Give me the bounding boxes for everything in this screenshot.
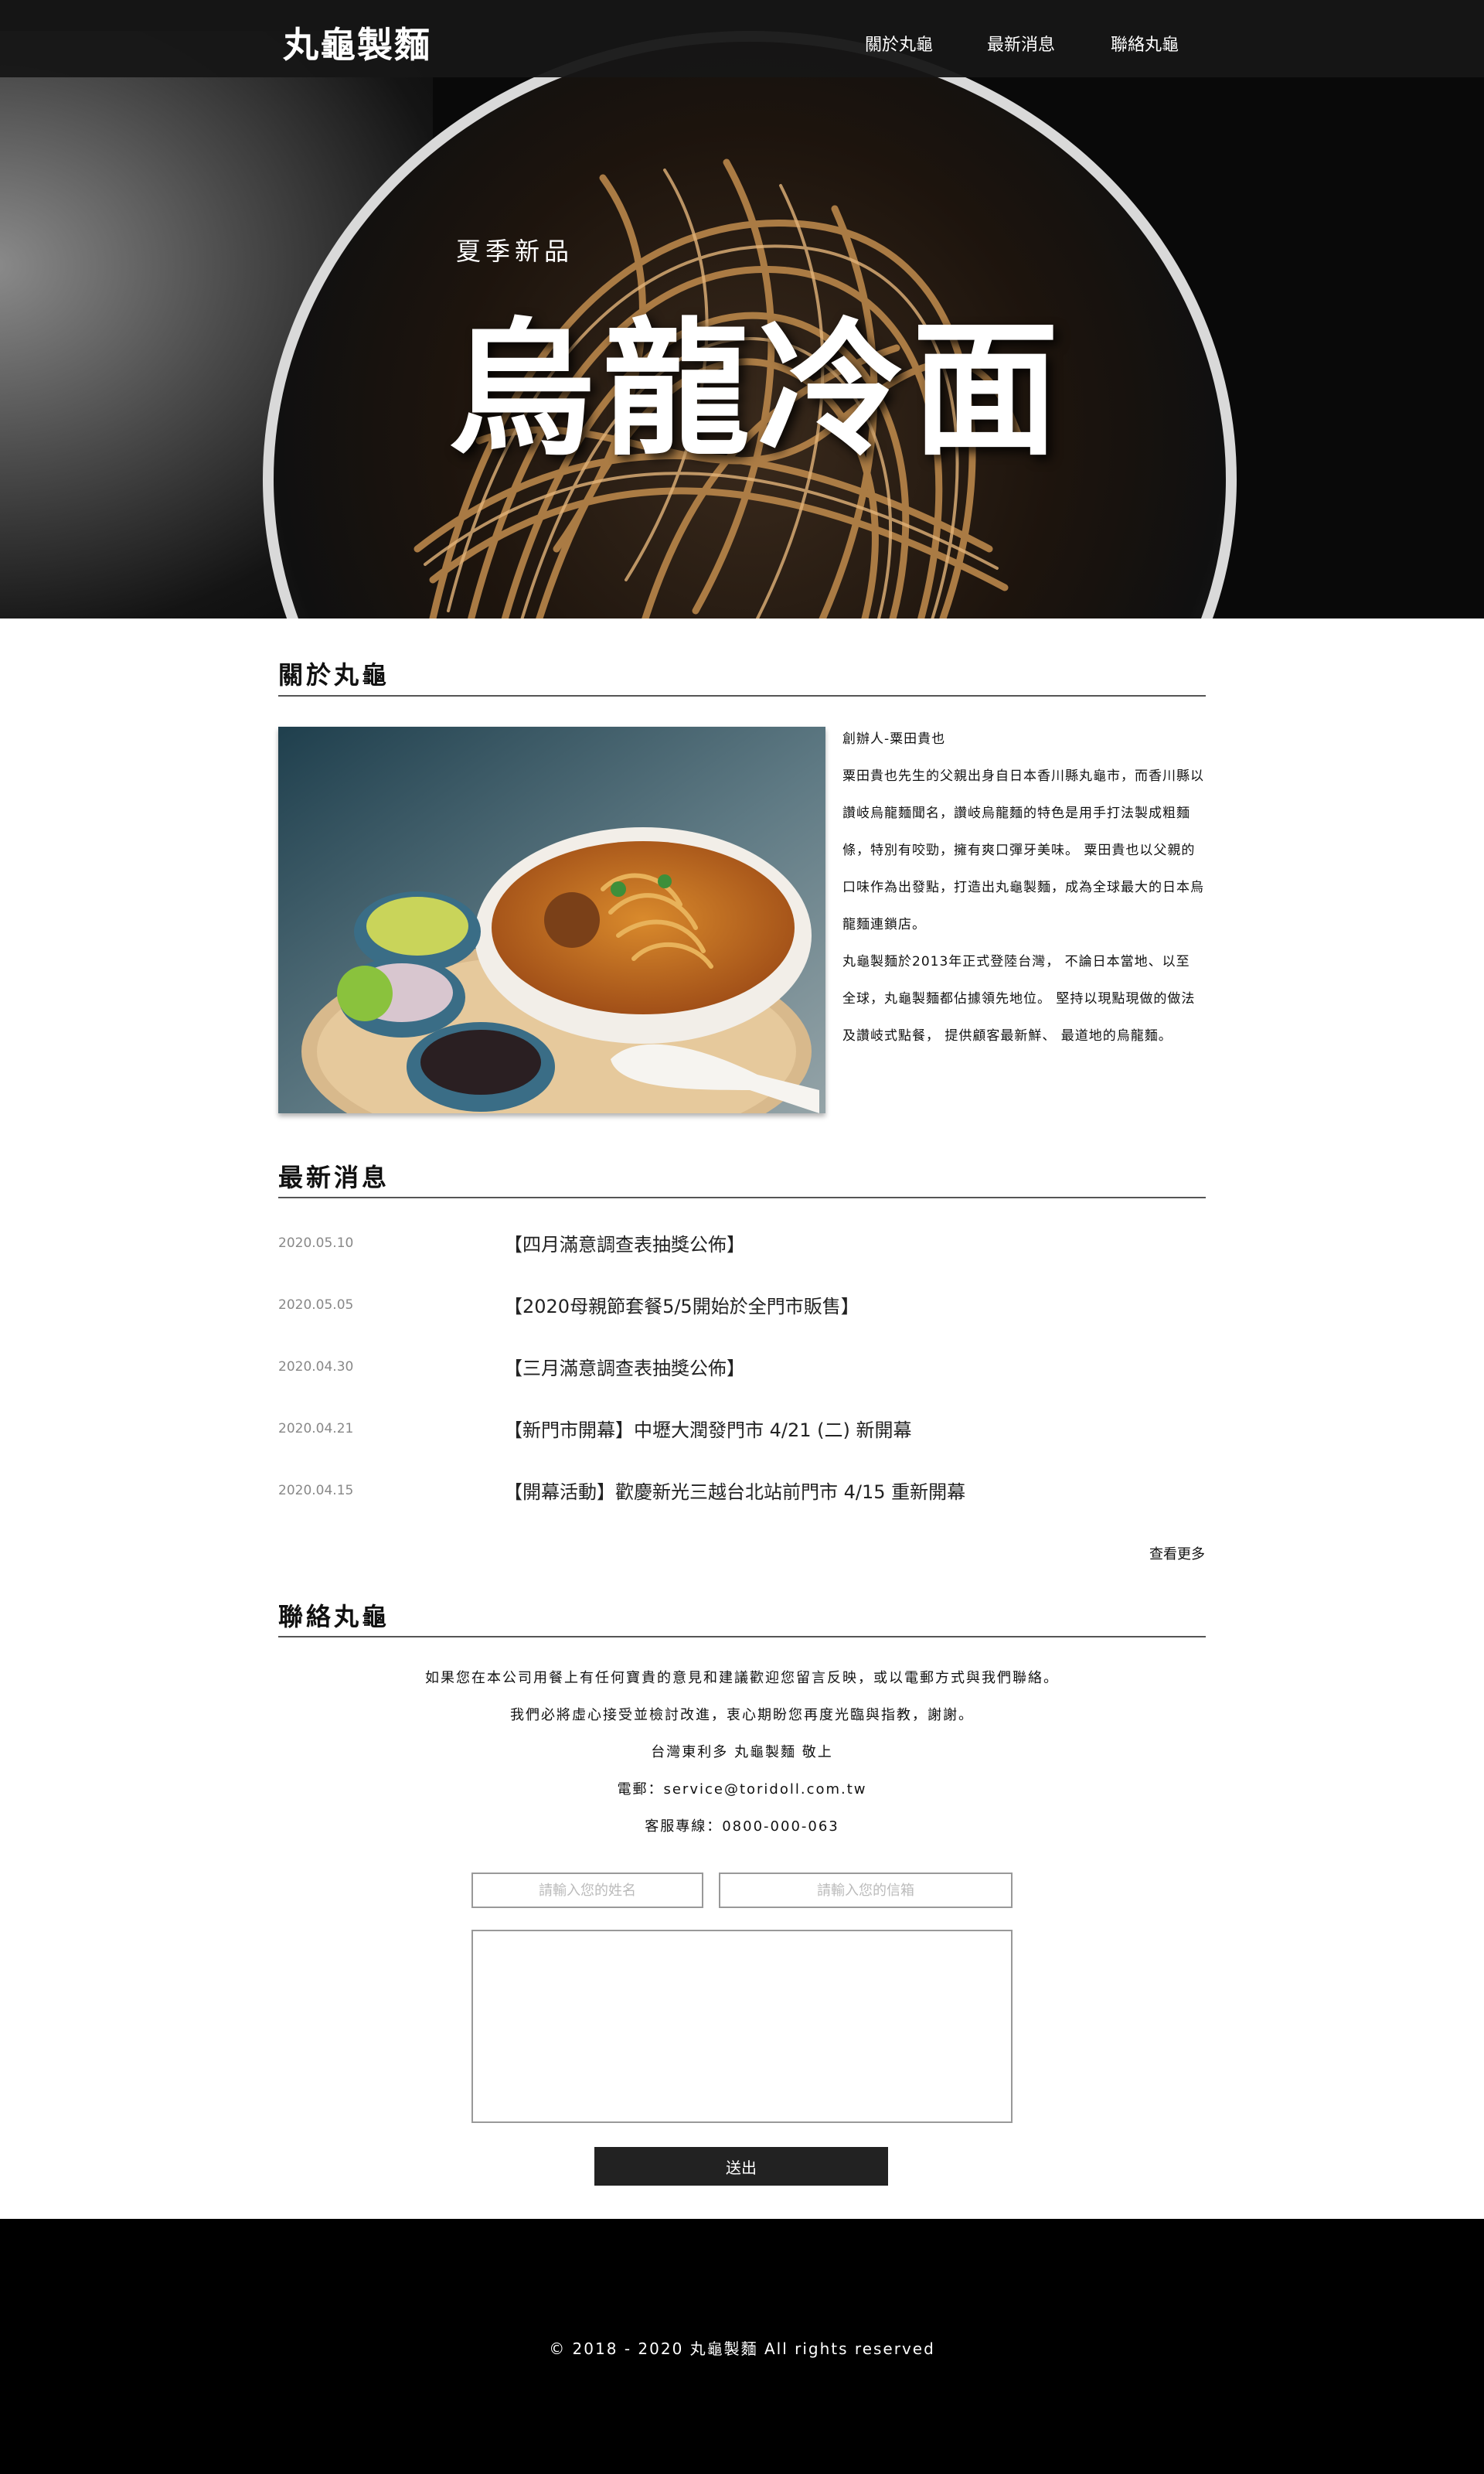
about-divider xyxy=(278,695,1206,697)
top-navigation: 丸龜製麵 關於丸龜 最新消息 聯絡丸龜 xyxy=(0,0,1484,77)
news-item[interactable]: 2020.04.15 【開幕活動】歡慶新光三越台北站前門市 4/15 重新開幕 xyxy=(278,1475,1206,1506)
about-food-photo xyxy=(278,727,825,1113)
copyright-text: © 2018 - 2020 丸龜製麵 All rights reserved xyxy=(549,2339,935,2358)
founder-line: 創辦人-粟田貴也 xyxy=(842,731,946,747)
message-textarea[interactable] xyxy=(471,1930,1013,2123)
news-title[interactable]: 【四月滿意調查表抽獎公佈】 xyxy=(504,1229,745,1256)
news-title[interactable]: 【三月滿意調查表抽獎公佈】 xyxy=(504,1353,745,1380)
news-item[interactable]: 2020.04.21 【新門市開幕】中壢大潤發門市 4/21 (二) 新開幕 xyxy=(278,1413,1206,1444)
news-item[interactable]: 2020.04.30 【三月滿意調查表抽獎公佈】 xyxy=(278,1351,1206,1382)
hero-banner: 夏季新品 烏龍冷面 xyxy=(0,0,1484,618)
news-item[interactable]: 2020.05.10 【四月滿意調查表抽獎公佈】 xyxy=(278,1228,1206,1259)
news-title[interactable]: 【開幕活動】歡慶新光三越台北站前門市 4/15 重新開幕 xyxy=(504,1477,965,1504)
view-more-link[interactable]: 查看更多 xyxy=(1149,1543,1205,1563)
email-input[interactable] xyxy=(719,1873,1013,1908)
about-description: 創辦人-粟田貴也 粟田貴也先生的父親出身自日本香川縣丸龜市，而香川縣以讚岐烏龍麵… xyxy=(842,721,1207,1055)
news-date: 2020.04.15 xyxy=(278,1483,354,1498)
news-date: 2020.05.10 xyxy=(278,1235,354,1251)
news-title[interactable]: 【新門市開幕】中壢大潤發門市 4/21 (二) 新開幕 xyxy=(504,1415,912,1442)
about-paragraph-2: 丸龜製麵於2013年正式登陸台灣， 不論日本當地、以至 全球，丸龜製麵都佔據領先… xyxy=(842,954,1196,1044)
contact-divider xyxy=(278,1636,1206,1637)
nav-link-about[interactable]: 關於丸龜 xyxy=(865,31,933,56)
contact-signature: 台灣東利多 丸龜製麵 敬上 xyxy=(651,1744,833,1760)
brand-logo[interactable]: 丸龜製麵 xyxy=(283,17,431,68)
contact-intro-line: 如果您在本公司用餐上有任何寶貴的意見和建議歡迎您留言反映，或以電郵方式與我們聯絡… xyxy=(425,1670,1059,1686)
hero-subtitle: 夏季新品 xyxy=(456,237,574,266)
name-input[interactable] xyxy=(471,1873,703,1908)
nav-link-news[interactable]: 最新消息 xyxy=(987,31,1055,56)
news-title[interactable]: 【2020母親節套餐5/5開始於全門市販售】 xyxy=(504,1291,859,1318)
news-date: 2020.04.21 xyxy=(278,1421,354,1436)
contact-email: 電郵：service@toridoll.com.tw xyxy=(617,1781,867,1798)
contact-heading: 聯絡丸龜 xyxy=(278,1602,390,1631)
hero-title: 烏龍冷面 xyxy=(448,303,1067,475)
news-date: 2020.05.05 xyxy=(278,1297,354,1313)
about-paragraph-1: 粟田貴也先生的父親出身自日本香川縣丸龜市，而香川縣以讚岐烏龍麵聞名，讚岐烏龍麵的… xyxy=(842,768,1204,932)
news-item[interactable]: 2020.05.05 【2020母親節套餐5/5開始於全門市販售】 xyxy=(278,1290,1206,1320)
contact-intro-line: 我們必將虛心接受並檢討改進，衷心期盼您再度光臨與指教，謝謝。 xyxy=(510,1707,974,1723)
news-date: 2020.04.30 xyxy=(278,1359,354,1375)
submit-button[interactable]: 送出 xyxy=(594,2147,888,2186)
about-heading: 關於丸龜 xyxy=(278,660,390,690)
nav-link-contact[interactable]: 聯絡丸龜 xyxy=(1111,31,1179,56)
news-divider xyxy=(278,1197,1206,1198)
footer: © 2018 - 2020 丸龜製麵 All rights reserved xyxy=(0,2219,1484,2474)
contact-phone: 客服專線：0800-000-063 xyxy=(645,1818,839,1835)
news-heading: 最新消息 xyxy=(278,1163,390,1192)
